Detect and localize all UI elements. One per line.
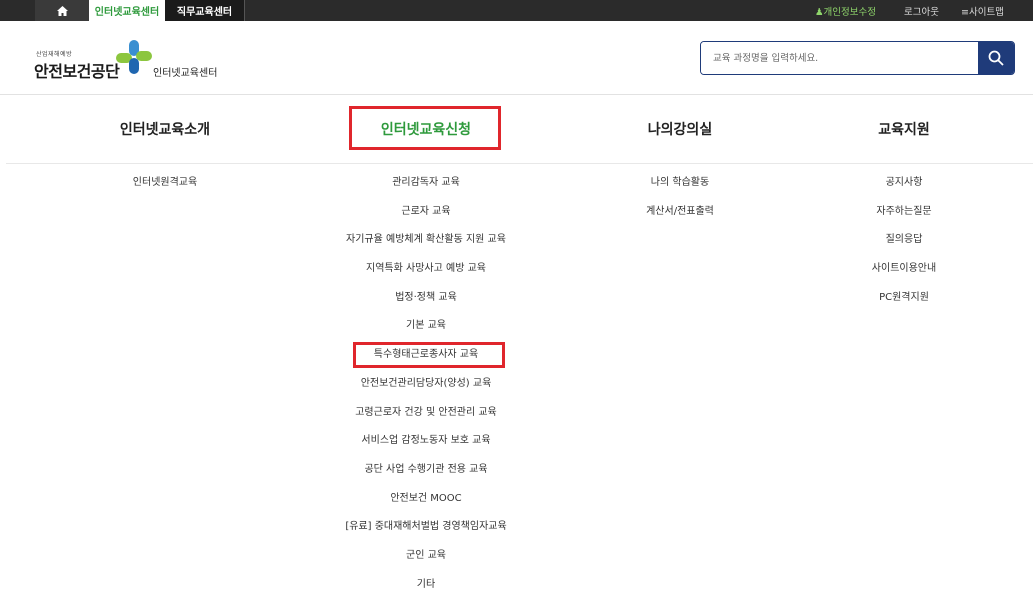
submenu-item[interactable]: PC원격지원 <box>824 291 984 320</box>
header-divider <box>0 94 1033 95</box>
nav-divider <box>6 163 1033 164</box>
gnb-education-support[interactable]: 교육지원 <box>844 119 964 139</box>
submenu-item[interactable]: 자기규율 예방체계 확산활동 지원 교육 <box>306 233 546 262</box>
submenu-item[interactable]: 사이트이용안내 <box>824 262 984 291</box>
submenu-col-intro: 인터넷원격교육 <box>85 176 245 205</box>
submenu-item[interactable]: 안전보건 MOOC <box>306 492 546 521</box>
submenu-item[interactable]: [유료] 중대재해처벌법 경영책임자교육 <box>306 520 546 549</box>
tab-job-education[interactable]: 직무교육센터 <box>165 0 245 21</box>
submenu-item[interactable]: 기타 <box>306 578 546 603</box>
logo-mark-icon[interactable] <box>116 40 152 74</box>
logo-text[interactable]: 안전보건공단 <box>34 58 120 82</box>
sitemap-link[interactable]: ≡사이트맵 <box>961 0 1004 21</box>
submenu-col-apply: 관리감독자 교육 근로자 교육 자기규율 예방체계 확산활동 지원 교육 지역특… <box>306 176 546 603</box>
submenu-item[interactable]: 인터넷원격교육 <box>85 176 245 205</box>
search-button[interactable] <box>978 42 1014 74</box>
submenu-item[interactable]: 관리감독자 교육 <box>306 176 546 205</box>
submenu-col-classroom: 나의 학습활동 계산서/전표출력 <box>600 176 760 233</box>
submenu-item[interactable]: 공지사항 <box>824 176 984 205</box>
submenu-item[interactable]: 근로자 교육 <box>306 205 546 234</box>
highlight-box-submenu <box>353 342 505 368</box>
logout-link[interactable]: 로그아웃 <box>904 0 939 21</box>
submenu-item[interactable]: 안전보건관리담당자(양성) 교육 <box>306 377 546 406</box>
home-icon <box>56 5 68 16</box>
logo-tagline: 산업재해예방 <box>36 51 73 58</box>
search-input[interactable] <box>701 42 978 74</box>
submenu-item[interactable]: 나의 학습활동 <box>600 176 760 205</box>
submenu-item[interactable]: 공단 사업 수행기관 전용 교육 <box>306 463 546 492</box>
highlight-box-gnb <box>349 106 501 150</box>
edit-profile-link[interactable]: ♟개인정보수정 <box>815 0 876 21</box>
submenu-item[interactable]: 지역특화 사망사고 예방 교육 <box>306 262 546 291</box>
submenu-item[interactable]: 법정·정책 교육 <box>306 291 546 320</box>
home-button[interactable] <box>35 0 89 21</box>
search-icon <box>988 50 1004 66</box>
gnb-my-classroom[interactable]: 나의강의실 <box>620 119 740 139</box>
submenu-col-support: 공지사항 자주하는질문 질의응답 사이트이용안내 PC원격지원 <box>824 176 984 319</box>
top-utility-bar: 인터넷교육센터 직무교육센터 ♟개인정보수정 로그아웃 ≡사이트맵 <box>0 0 1033 21</box>
tab-internet-education[interactable]: 인터넷교육센터 <box>89 0 165 21</box>
submenu-item[interactable]: 질의응답 <box>824 233 984 262</box>
submenu-item[interactable]: 고령근로자 건강 및 안전관리 교육 <box>306 406 546 435</box>
gnb-internet-intro[interactable]: 인터넷교육소개 <box>105 119 225 139</box>
search-bar <box>700 41 1015 75</box>
submenu-item[interactable]: 군인 교육 <box>306 549 546 578</box>
submenu-item[interactable]: 서비스업 감정노동자 보호 교육 <box>306 434 546 463</box>
logo-subtitle: 인터넷교육센터 <box>153 68 218 79</box>
submenu-item[interactable]: 자주하는질문 <box>824 205 984 234</box>
submenu-item[interactable]: 계산서/전표출력 <box>600 205 760 234</box>
